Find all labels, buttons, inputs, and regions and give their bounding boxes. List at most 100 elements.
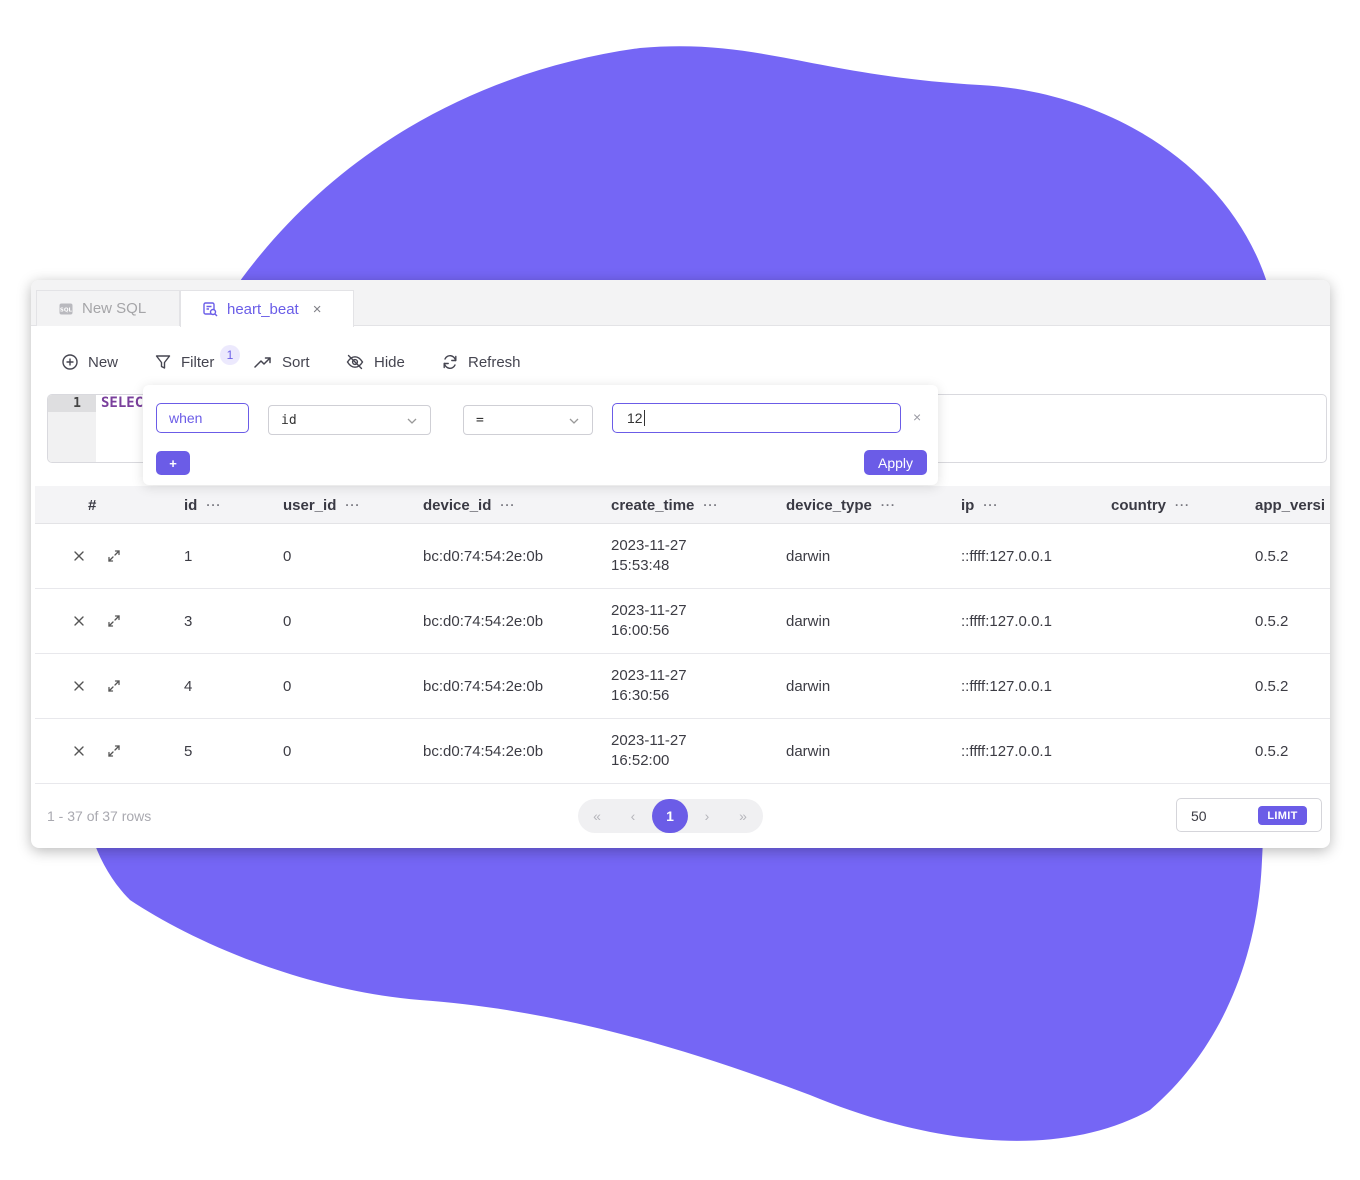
- column-menu-icon[interactable]: ···: [703, 498, 718, 512]
- limit-input[interactable]: 50: [1191, 808, 1207, 824]
- cell-create-time: 2023-11-27 16:30:56: [611, 666, 687, 706]
- column-header-app-version[interactable]: app_versi: [1255, 486, 1325, 524]
- cell-user-id: 0: [283, 742, 292, 760]
- filter-icon: [155, 355, 171, 369]
- table-row[interactable]: 5 0 bc:d0:74:54:2e:0b 2023-11-27 16:52:00…: [35, 719, 1330, 784]
- cell-device-id: bc:d0:74:54:2e:0b: [423, 612, 544, 630]
- tab-label: New SQL: [82, 300, 147, 317]
- delete-row-icon[interactable]: [71, 678, 87, 694]
- refresh-label: Refresh: [468, 353, 521, 371]
- column-title: device_type: [786, 496, 872, 514]
- first-page-button[interactable]: «: [584, 799, 610, 833]
- limit-button[interactable]: LIMIT: [1258, 806, 1307, 825]
- close-tab-icon[interactable]: ×: [313, 301, 322, 318]
- cell-date: 2023-11-27: [611, 667, 687, 684]
- column-header-create-time[interactable]: create_time ···: [611, 486, 718, 524]
- tab-heart-beat[interactable]: heart_beat ×: [180, 290, 354, 327]
- filter-operator-select[interactable]: =: [463, 405, 593, 435]
- prev-page-button[interactable]: ‹: [620, 799, 646, 833]
- apply-button[interactable]: Apply: [864, 450, 927, 475]
- filter-value-text: 12: [627, 410, 643, 426]
- current-page-button[interactable]: 1: [652, 799, 688, 833]
- cell-device-type: darwin: [786, 742, 831, 760]
- cell-app-version: 0.5.2: [1255, 677, 1289, 695]
- hide-button[interactable]: Hide: [346, 348, 405, 376]
- cell-id: 1: [184, 547, 193, 565]
- cell-app-version: 0.5.2: [1255, 547, 1289, 565]
- pagination: « ‹ 1 › »: [578, 799, 763, 833]
- column-header-device-id[interactable]: device_id ···: [423, 486, 515, 524]
- eye-off-icon: [346, 354, 364, 370]
- delete-row-icon[interactable]: [71, 548, 87, 564]
- hide-label: Hide: [374, 353, 405, 371]
- column-header-device-type[interactable]: device_type ···: [786, 486, 896, 524]
- column-menu-icon[interactable]: ···: [206, 498, 221, 512]
- table-row[interactable]: 3 0 bc:d0:74:54:2e:0b 2023-11-27 16:00:56…: [35, 589, 1330, 654]
- cell-app-version: 0.5.2: [1255, 742, 1289, 760]
- cell-date: 2023-11-27: [611, 537, 687, 554]
- cell-device-type: darwin: [786, 612, 831, 630]
- trending-up-icon: [254, 357, 271, 368]
- expand-row-icon[interactable]: [106, 613, 122, 629]
- toolbar: New Filter 1 Sort Hide Refresh: [31, 345, 631, 376]
- text-caret: [643, 410, 645, 426]
- filter-count-badge: 1: [220, 345, 240, 365]
- cell-device-id: bc:d0:74:54:2e:0b: [423, 677, 544, 695]
- column-title: create_time: [611, 496, 695, 514]
- delete-row-icon[interactable]: [71, 743, 87, 759]
- cell-id: 4: [184, 677, 193, 695]
- table-row[interactable]: 4 0 bc:d0:74:54:2e:0b 2023-11-27 16:30:56…: [35, 654, 1330, 719]
- column-title: ip: [961, 496, 975, 514]
- cell-app-version: 0.5.2: [1255, 612, 1289, 630]
- filter-field-select[interactable]: id: [268, 405, 431, 435]
- column-title: app_versi: [1255, 496, 1326, 514]
- tab-bar: SQL New SQL heart_beat ×: [31, 280, 1330, 327]
- refresh-button[interactable]: Refresh: [442, 348, 521, 376]
- filter-value-input[interactable]: 12: [612, 403, 901, 433]
- cell-create-time: 2023-11-27 15:53:48: [611, 536, 687, 576]
- line-number: 1: [48, 395, 96, 412]
- svg-text:SQL: SQL: [60, 307, 73, 313]
- cell-date: 2023-11-27: [611, 732, 687, 749]
- column-menu-icon[interactable]: ···: [881, 498, 896, 512]
- sort-button[interactable]: Sort: [254, 348, 310, 376]
- delete-row-icon[interactable]: [71, 613, 87, 629]
- next-page-button[interactable]: ›: [694, 799, 720, 833]
- sql-file-icon: SQL: [59, 303, 73, 315]
- column-header-id[interactable]: id ···: [184, 486, 221, 524]
- cell-device-id: bc:d0:74:54:2e:0b: [423, 547, 544, 565]
- column-title: #: [88, 496, 97, 514]
- limit-control: 50 LIMIT: [1176, 798, 1322, 832]
- column-header-ip[interactable]: ip ···: [961, 486, 998, 524]
- remove-filter-icon[interactable]: ×: [913, 409, 921, 425]
- cell-device-type: darwin: [786, 547, 831, 565]
- filter-popover: when id = 12 × + Apply: [143, 385, 938, 485]
- chevron-down-icon: [569, 418, 579, 424]
- filter-when-label[interactable]: when: [156, 403, 249, 433]
- cell-time: 16:00:56: [611, 622, 670, 639]
- row-count-info: 1 - 37 of 37 rows: [47, 808, 152, 824]
- expand-row-icon[interactable]: [106, 743, 122, 759]
- last-page-button[interactable]: »: [730, 799, 756, 833]
- filter-label: Filter: [181, 353, 215, 371]
- code-line: SELEC: [101, 395, 144, 411]
- column-menu-icon[interactable]: ···: [500, 498, 515, 512]
- column-menu-icon[interactable]: ···: [345, 498, 360, 512]
- expand-row-icon[interactable]: [106, 548, 122, 564]
- chevron-down-icon: [407, 418, 417, 424]
- cell-time: 16:30:56: [611, 687, 670, 704]
- table-row[interactable]: 1 0 bc:d0:74:54:2e:0b 2023-11-27 15:53:48…: [35, 524, 1330, 589]
- column-title: id: [184, 496, 198, 514]
- tab-new-sql[interactable]: SQL New SQL: [36, 290, 180, 326]
- column-menu-icon[interactable]: ···: [1175, 498, 1190, 512]
- table-search-icon: [203, 301, 218, 317]
- column-header-user-id[interactable]: user_id ···: [283, 486, 360, 524]
- column-header-country[interactable]: country ···: [1111, 486, 1190, 524]
- expand-row-icon[interactable]: [106, 678, 122, 694]
- column-menu-icon[interactable]: ···: [983, 498, 998, 512]
- cell-time: 16:52:00: [611, 752, 670, 769]
- filter-button[interactable]: Filter: [155, 348, 214, 376]
- new-button[interactable]: New: [62, 348, 118, 376]
- add-filter-button[interactable]: +: [156, 451, 190, 475]
- cell-device-id: bc:d0:74:54:2e:0b: [423, 742, 544, 760]
